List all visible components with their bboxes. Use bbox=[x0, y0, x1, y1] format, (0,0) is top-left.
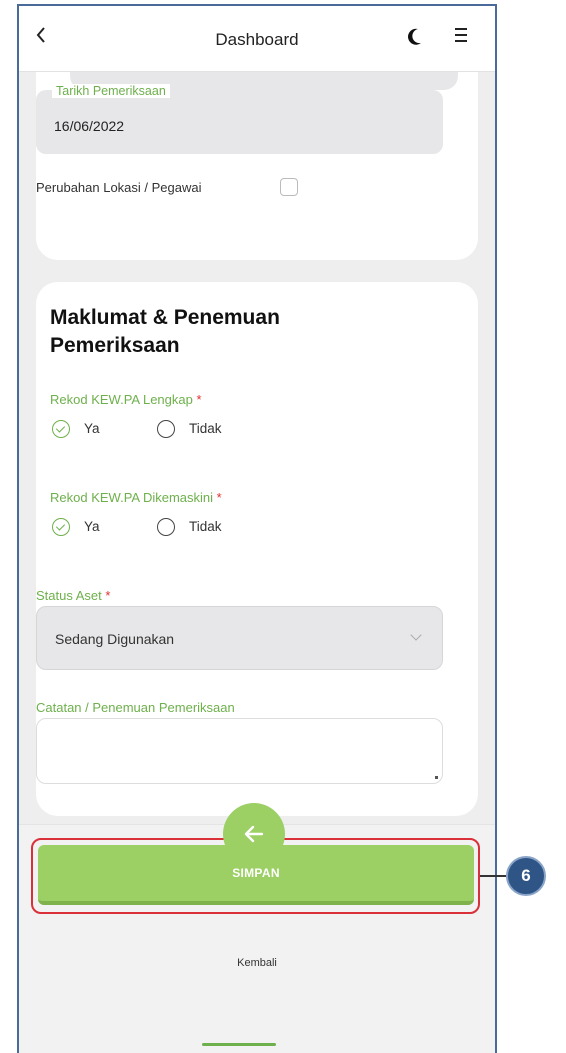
asset-status-label: Status Aset * bbox=[36, 588, 111, 603]
asset-status-select[interactable]: Sedang Digunakan bbox=[36, 606, 443, 670]
check-circle-icon bbox=[52, 420, 70, 438]
location-change-checkbox[interactable] bbox=[280, 178, 298, 196]
chevron-down-icon bbox=[410, 629, 422, 641]
location-change-label: Perubahan Lokasi / Pegawai bbox=[36, 180, 202, 195]
callout-badge: 6 bbox=[506, 856, 546, 896]
notes-label: Catatan / Penemuan Pemeriksaan bbox=[36, 700, 235, 715]
inspection-date-label: Tarikh Pemeriksaan bbox=[52, 84, 170, 98]
active-indicator bbox=[202, 1043, 276, 1046]
q2-label: Rekod KEW.PA Dikemaskini * bbox=[50, 490, 222, 505]
hamburger-menu-icon[interactable] bbox=[455, 28, 473, 46]
radio-empty-icon bbox=[157, 420, 175, 438]
arrow-left-icon bbox=[244, 825, 264, 843]
q1-label: Rekod KEW.PA Lengkap * bbox=[50, 392, 202, 407]
callout-connector bbox=[480, 875, 506, 877]
back-button[interactable] bbox=[223, 803, 285, 865]
inspection-date-value: 16/06/2022 bbox=[54, 118, 125, 134]
moon-icon[interactable] bbox=[405, 26, 425, 48]
section-title: Maklumat & Penemuan Pemeriksaan bbox=[50, 306, 280, 357]
radio-empty-icon bbox=[157, 518, 175, 536]
notes-textarea[interactable] bbox=[36, 718, 443, 784]
app-bar: Dashboard bbox=[19, 6, 495, 72]
check-circle-icon bbox=[52, 518, 70, 536]
back-label: Kembali bbox=[237, 957, 277, 969]
